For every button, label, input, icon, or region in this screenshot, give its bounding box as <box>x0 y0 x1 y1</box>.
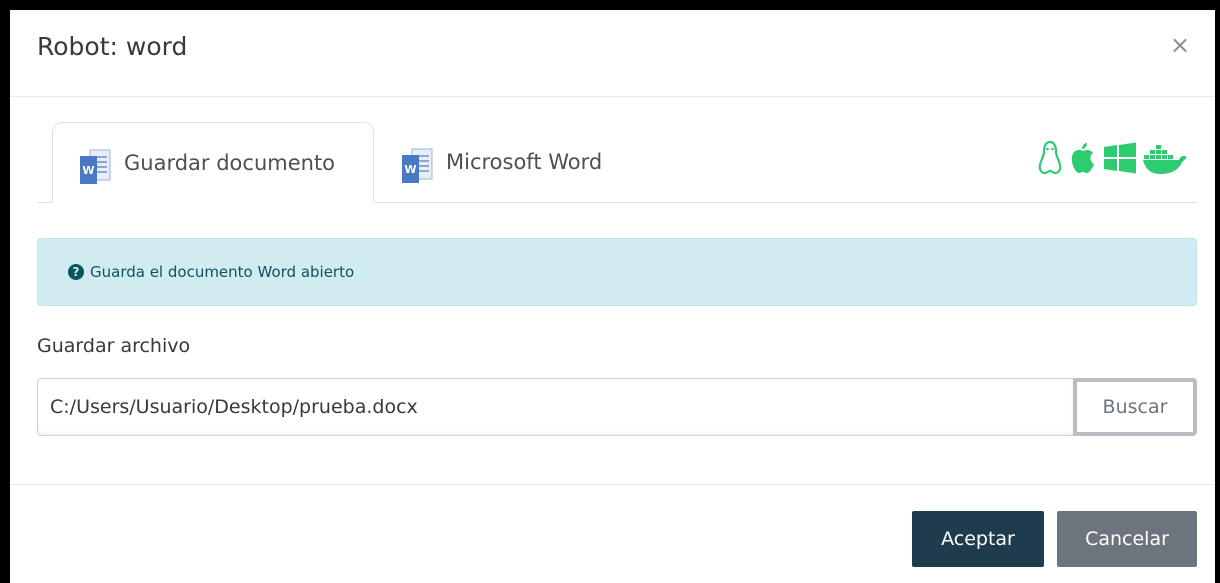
linux-icon <box>1038 140 1062 175</box>
svg-text:W: W <box>82 164 94 177</box>
field-label: Guardar archivo <box>37 335 191 357</box>
browse-button[interactable]: Buscar <box>1073 378 1197 436</box>
tab-label: Guardar documento <box>124 150 336 175</box>
info-text: Guarda el documento Word abierto <box>90 263 355 281</box>
info-alert: ? Guarda el documento Word abierto <box>37 238 1197 306</box>
svg-text:W: W <box>404 163 416 176</box>
file-path-input[interactable] <box>37 378 1073 436</box>
word-icon: W <box>402 148 433 183</box>
tab-bar: W Guardar documento W Microsoft Word <box>37 122 1197 203</box>
close-button[interactable]: × <box>1165 30 1195 60</box>
file-input-group: Buscar <box>37 378 1197 436</box>
word-icon: W <box>80 149 111 184</box>
modal-header: Robot: word × <box>10 10 1215 97</box>
accept-button[interactable]: Aceptar <box>912 511 1044 567</box>
close-icon: × <box>1169 31 1191 59</box>
windows-icon <box>1104 142 1136 174</box>
robot-modal: Robot: word × W Guardar documento W Micr… <box>10 10 1215 583</box>
docker-icon <box>1143 145 1187 174</box>
modal-title: Robot: word <box>37 32 188 61</box>
question-circle-icon: ? <box>68 264 84 280</box>
os-support-icons <box>1037 140 1189 176</box>
tab-microsoft-word[interactable]: W Microsoft Word <box>400 122 602 202</box>
cancel-button[interactable]: Cancelar <box>1057 511 1197 567</box>
apple-icon <box>1071 143 1094 173</box>
tab-label: Microsoft Word <box>446 150 603 174</box>
tab-guardar-documento[interactable]: W Guardar documento <box>52 122 374 203</box>
modal-footer: Aceptar Cancelar <box>10 484 1215 583</box>
